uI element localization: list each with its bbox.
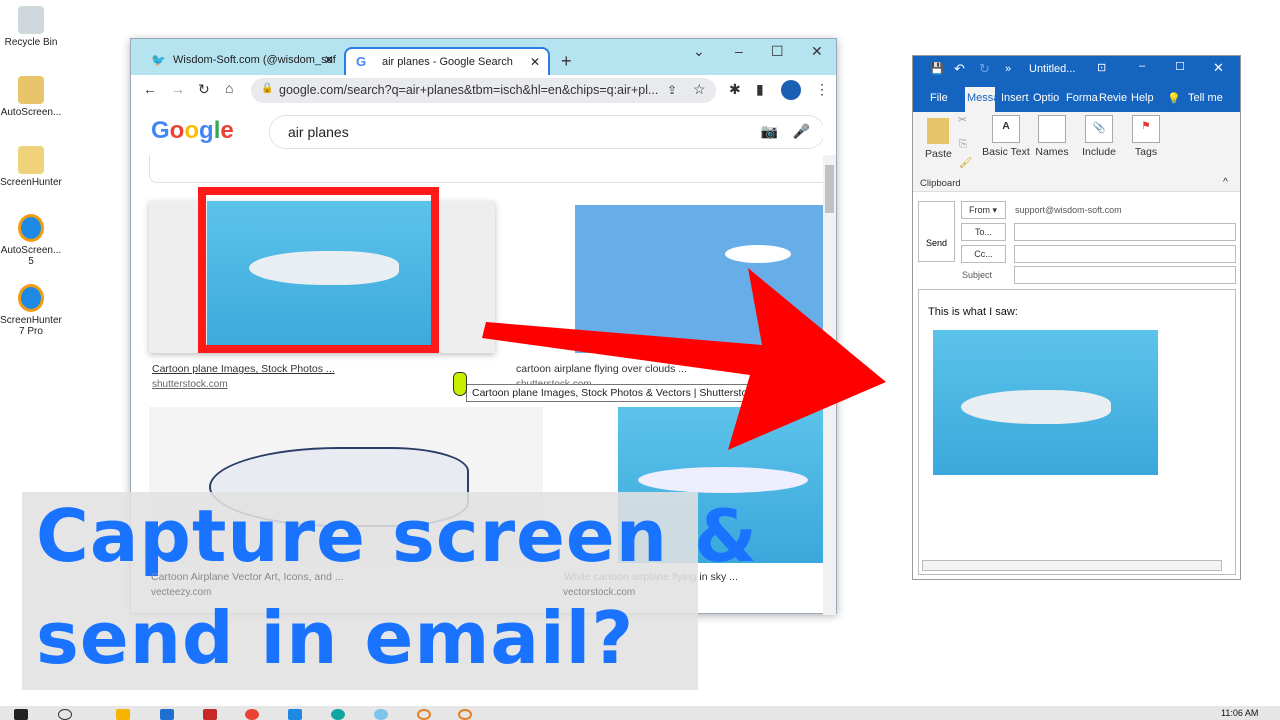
app-icon[interactable] xyxy=(160,709,174,720)
result-source[interactable]: vectorstock.com xyxy=(563,587,635,598)
app-icon[interactable] xyxy=(203,709,217,720)
app-icon[interactable] xyxy=(374,709,388,720)
arrow-shape xyxy=(482,268,886,450)
taskbar: 11:06 AM xyxy=(0,706,1280,720)
search-icon[interactable] xyxy=(58,709,72,720)
result-source[interactable]: vecteezy.com xyxy=(151,587,211,598)
clock[interactable]: 11:06 AM xyxy=(1221,708,1258,718)
vscode-icon[interactable] xyxy=(288,709,302,720)
caption-line-1: Capture screen & xyxy=(36,494,758,578)
chrome-icon[interactable] xyxy=(245,709,259,720)
result-title[interactable]: Cartoon Airplane Vector Art, Icons, and … xyxy=(151,571,344,583)
caption-line-2: send in email? xyxy=(36,596,635,680)
autoscreen-icon[interactable] xyxy=(417,709,431,720)
screenhunter-icon[interactable] xyxy=(458,709,472,720)
file-explorer-icon[interactable] xyxy=(116,709,130,720)
edge-icon[interactable] xyxy=(331,709,345,720)
start-icon[interactable] xyxy=(14,709,28,720)
